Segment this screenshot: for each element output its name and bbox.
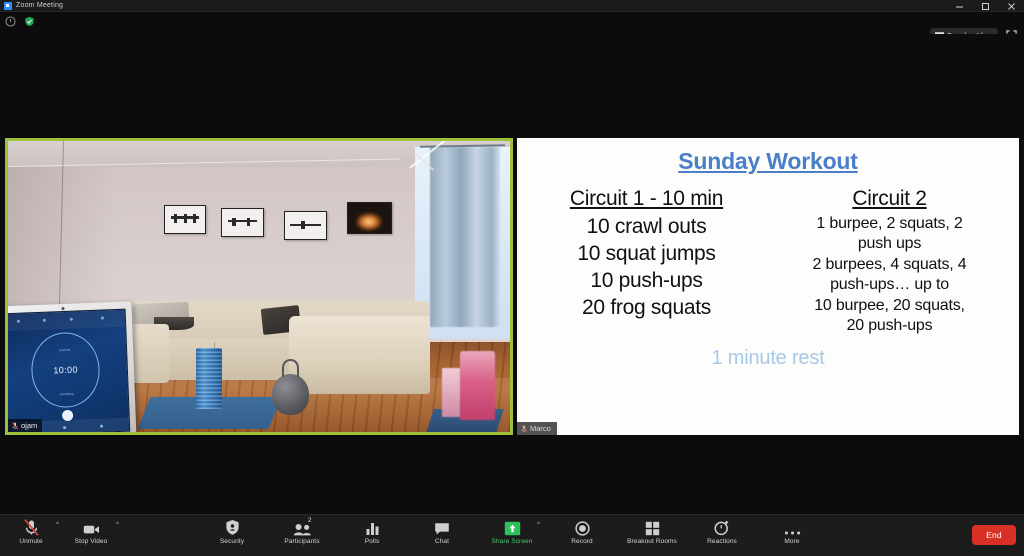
reactions-label: Reactions <box>707 538 737 545</box>
wall-frame-1 <box>163 205 207 235</box>
reactions-button[interactable]: Reactions <box>699 518 745 545</box>
green-shield-icon[interactable] <box>23 15 36 28</box>
mic-muted-icon <box>12 421 18 430</box>
timer-label-top: workout <box>59 347 71 353</box>
pink-toy-shelf <box>459 350 495 421</box>
stop-video-label: Stop Video <box>74 538 108 545</box>
security-label: Security <box>219 538 245 545</box>
timer-label-bottom: remaining <box>59 391 74 396</box>
chat-label: Chat <box>434 538 450 545</box>
wall-frame-sunset <box>346 202 393 235</box>
chat-button[interactable]: Chat <box>419 518 465 545</box>
circuit-2-line: 1 burpee, 2 squats, 2 <box>816 215 963 232</box>
record-label: Record <box>571 538 593 545</box>
workout-title: Sunday Workout <box>678 148 858 174</box>
circuit-1-line: 10 crawl outs <box>586 215 707 238</box>
video-options-chevron-up-icon[interactable]: ^ <box>116 522 119 528</box>
zoom-logo-icon <box>4 1 12 10</box>
circuit-1-line: 10 squat jumps <box>577 241 716 265</box>
minimize-icon[interactable] <box>946 0 972 12</box>
record-circle-icon <box>574 518 590 536</box>
blue-foam-roller <box>196 347 223 409</box>
circuit-2-line: 2 burpees, 4 squats, 4 <box>812 255 967 273</box>
circuit-1-column: Circuit 1 - 10 min 10 crawl outs 10 squa… <box>525 187 768 337</box>
end-meeting-button[interactable]: End <box>972 525 1016 545</box>
sofa-chaise-section <box>289 315 430 395</box>
video-camera-icon <box>83 518 100 536</box>
stop-video-button[interactable]: Stop Video ^ <box>68 518 119 545</box>
breakout-grid-icon <box>645 518 660 536</box>
share-screen-label: Share Screen <box>491 538 533 545</box>
circuit-2-line: push-ups… up to <box>830 276 949 294</box>
wall-frame-3 <box>284 210 327 240</box>
share-screen-icon <box>504 518 521 536</box>
record-info-icon[interactable] <box>4 15 17 28</box>
pink-toy-secondary <box>442 367 460 418</box>
maximize-icon[interactable] <box>972 0 998 12</box>
shared-screen-name-label: Marco <box>517 422 557 435</box>
video-participant-name: ojam <box>21 421 38 430</box>
video-name-label: ojam <box>8 419 43 432</box>
window-title: Zoom Meeting <box>16 2 64 9</box>
toolbar-left-group: Unmute ^ Stop Video ^ <box>8 518 119 545</box>
kettlebell-handle <box>282 359 299 377</box>
share-options-chevron-up-icon[interactable]: ^ <box>537 522 540 528</box>
zoom-meeting-window: Zoom Meeting workout 10:00 remaining oja… <box>0 0 1024 556</box>
timer-value: 10:00 <box>53 364 79 376</box>
window-controls <box>946 0 1024 12</box>
unmute-label: Unmute <box>19 538 43 545</box>
shield-icon <box>225 518 240 536</box>
share-screen-button[interactable]: Share Screen ^ <box>489 518 540 545</box>
polls-label: Polls <box>364 538 380 545</box>
more-label: More <box>784 538 800 545</box>
participants-count-badge: 2 <box>308 518 312 524</box>
circuit-2-line: 10 burpee, 20 squats, <box>814 296 965 314</box>
polls-bar-icon <box>365 518 380 536</box>
unmute-button[interactable]: Unmute ^ <box>8 518 59 545</box>
meeting-toolbar: Unmute ^ Stop Video ^ Security Participa… <box>0 514 1024 556</box>
toolbar-center-group: Security Participants 2 Polls Chat Share… <box>209 518 815 545</box>
circuit-2-heading: Circuit 2 <box>852 187 927 210</box>
breakout-rooms-label: Breakout Rooms <box>627 538 677 545</box>
circuit-2-column: Circuit 2 1 burpee, 2 squats, 2 push ups… <box>768 187 1011 337</box>
participant-video-tile[interactable]: workout 10:00 remaining ojam <box>5 138 513 435</box>
status-bar: Speaker View <box>0 12 1024 43</box>
laptop-screen: workout 10:00 remaining <box>8 308 131 432</box>
reactions-clock-icon <box>714 518 730 536</box>
laptop-device: workout 10:00 remaining <box>8 301 137 432</box>
window-curtain <box>429 146 500 328</box>
title-bar: Zoom Meeting <box>0 0 1024 12</box>
workout-columns: Circuit 1 - 10 min 10 crawl outs 10 squa… <box>525 187 1011 337</box>
chat-bubble-icon <box>434 518 450 536</box>
audio-options-chevron-up-icon[interactable]: ^ <box>56 522 59 528</box>
circuit-1-line: 10 push-ups <box>590 268 703 292</box>
rest-note: 1 minute rest <box>711 346 825 369</box>
mic-muted-icon <box>23 518 39 536</box>
participants-button[interactable]: Participants 2 <box>279 518 325 545</box>
breakout-rooms-button[interactable]: Breakout Rooms <box>627 518 677 545</box>
close-icon[interactable] <box>998 0 1024 12</box>
circuit-2-line: push ups <box>857 235 922 253</box>
circuit-1-line: 20 frog squats <box>582 295 711 319</box>
circuit-1-heading: Circuit 1 - 10 min <box>569 187 724 210</box>
wall-frame-2 <box>221 207 264 238</box>
video-feed-living-room: workout 10:00 remaining ojam <box>8 141 510 432</box>
kettlebell <box>271 373 310 415</box>
shared-screen-content[interactable]: Sunday Workout Circuit 1 - 10 min 10 cra… <box>517 138 1019 435</box>
meeting-stage: workout 10:00 remaining ojam Sunday Work… <box>0 34 1024 514</box>
presenter-name: Marco <box>530 424 551 433</box>
security-button[interactable]: Security <box>209 518 255 545</box>
record-button[interactable]: Record <box>559 518 605 545</box>
more-button[interactable]: More <box>769 518 815 545</box>
participants-label: Participants <box>284 538 320 545</box>
circuit-2-line: 20 push-ups <box>846 317 933 335</box>
laptop-webcam-icon <box>61 307 65 311</box>
more-ellipsis-icon <box>784 518 801 536</box>
status-icons <box>4 15 36 28</box>
polls-button[interactable]: Polls <box>349 518 395 545</box>
mic-muted-icon <box>521 424 527 433</box>
